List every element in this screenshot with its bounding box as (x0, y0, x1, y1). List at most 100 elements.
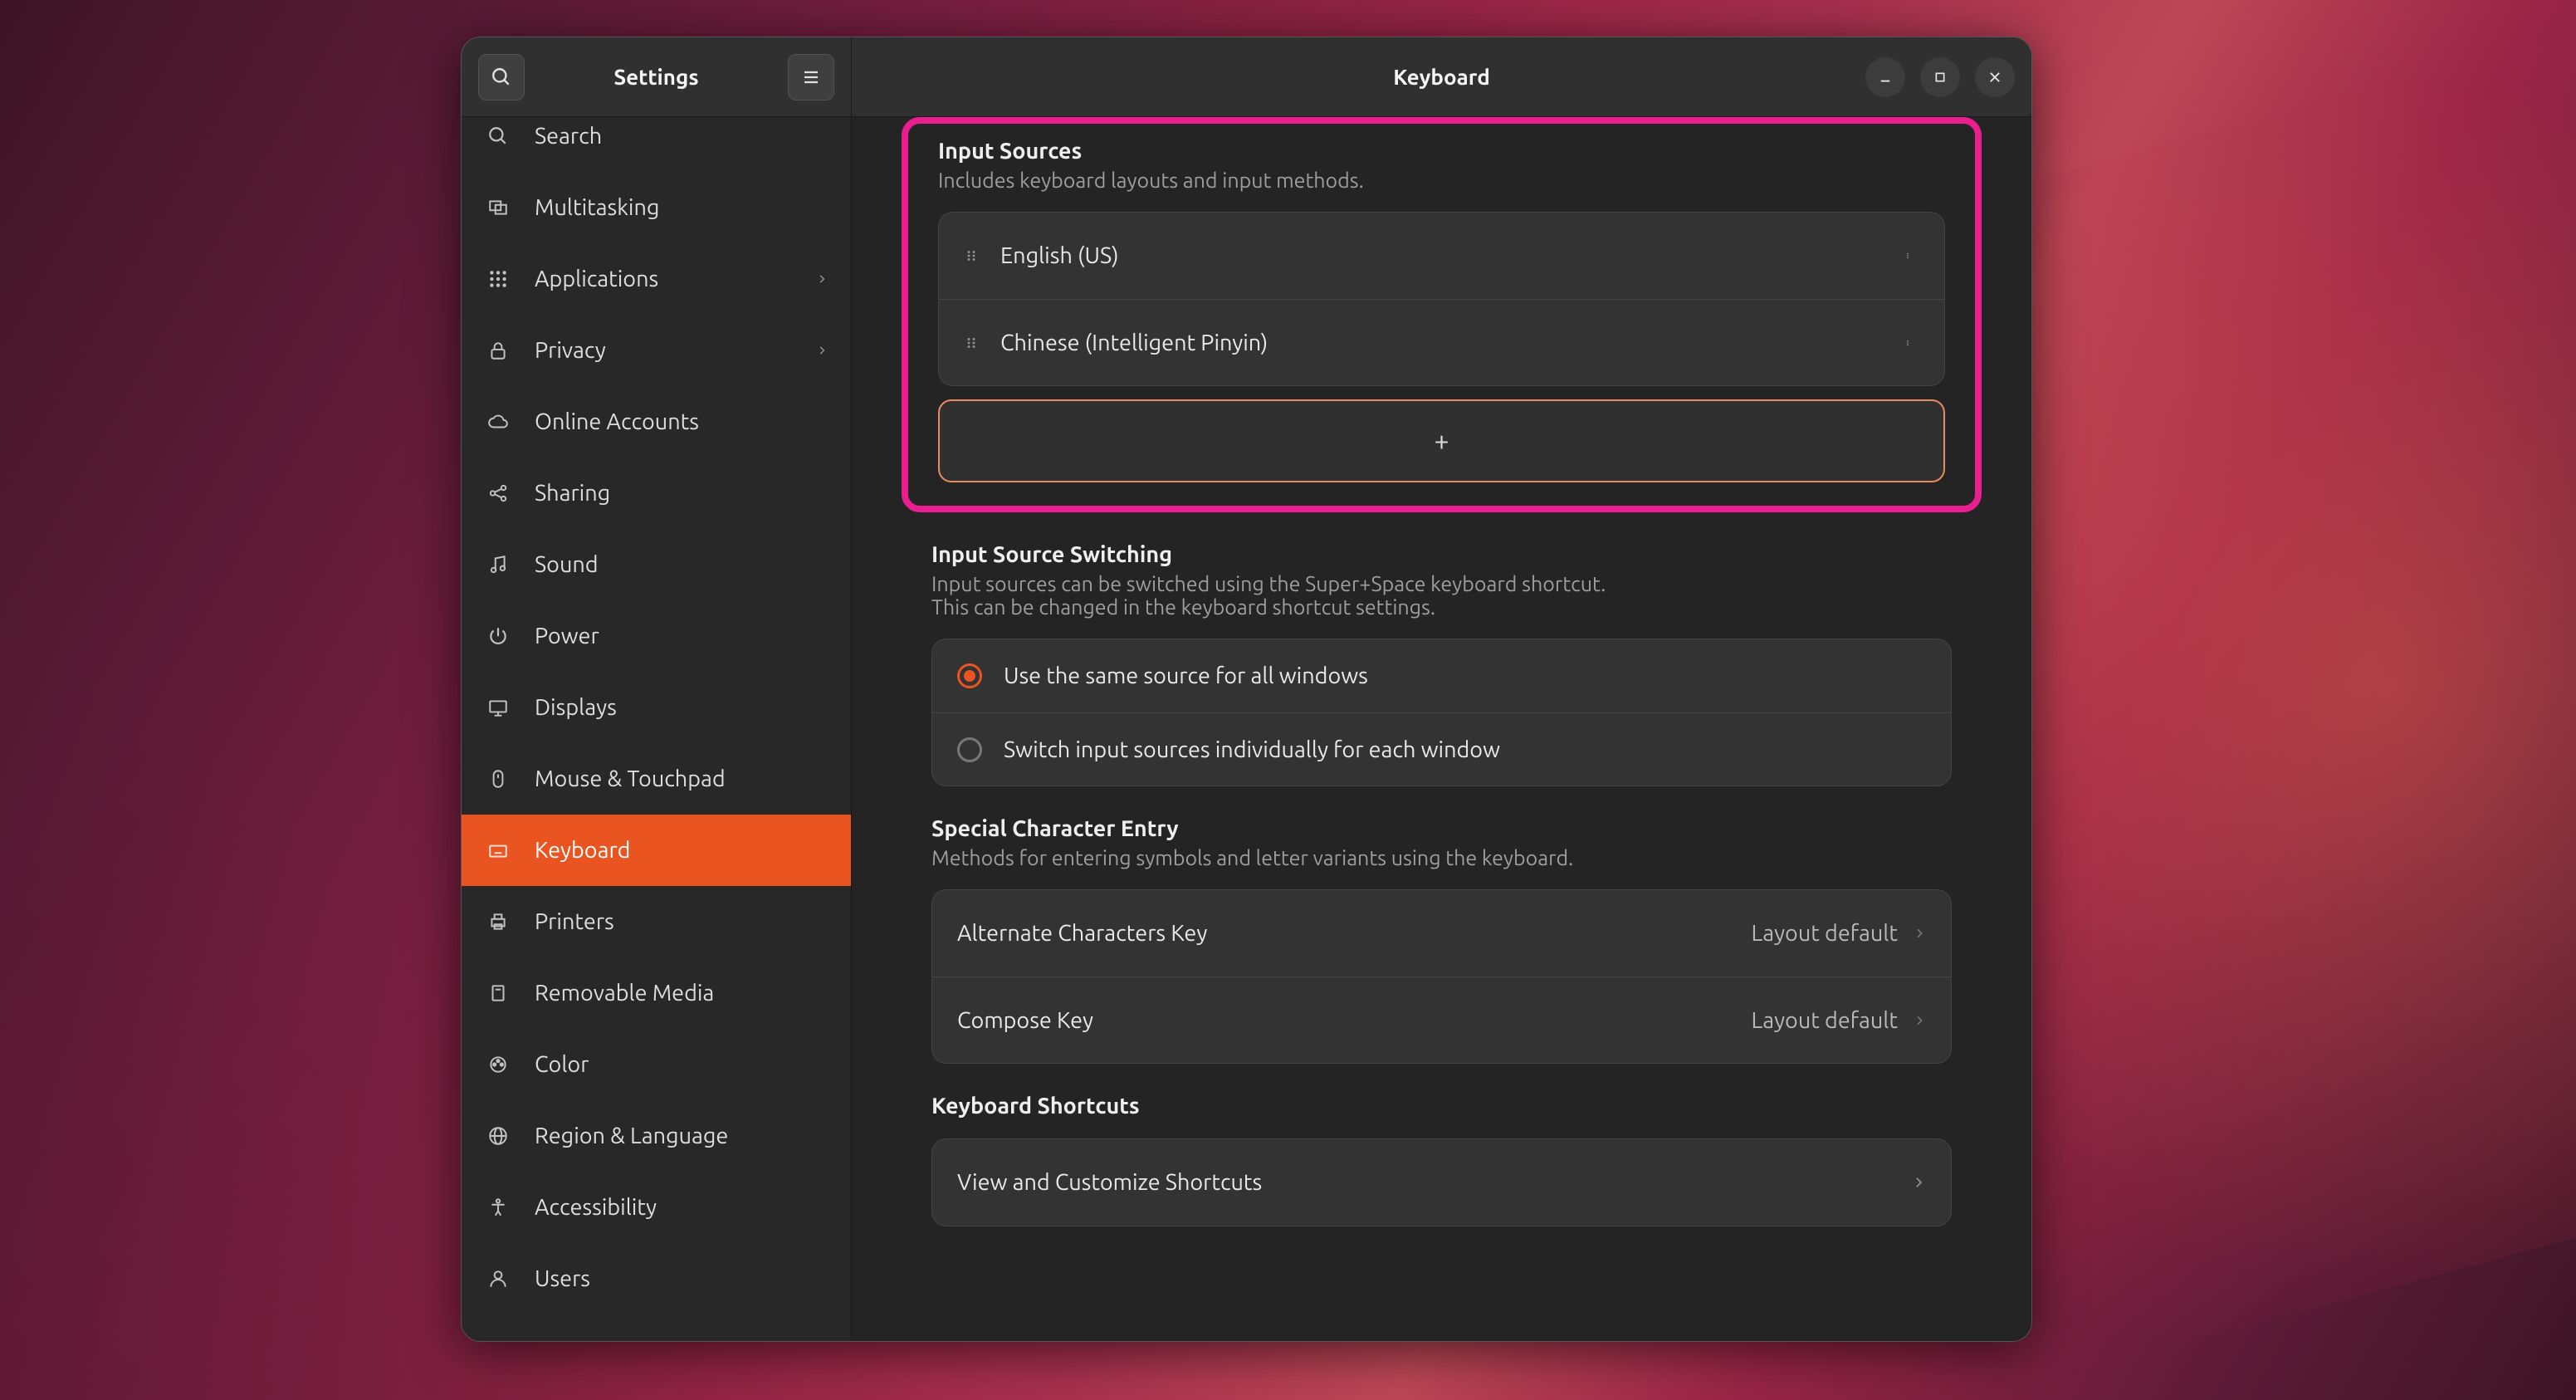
globe-icon (485, 1123, 511, 1149)
grid-icon (485, 266, 511, 292)
sidebar-item-label: Online Accounts (535, 409, 828, 434)
sidebar-item-search[interactable]: Search (462, 117, 851, 172)
page-title: Keyboard (852, 65, 2031, 89)
close-button[interactable] (1975, 57, 2015, 97)
special-char-desc: Methods for entering symbols and letter … (931, 846, 1952, 869)
input-source-label: English (US) (1000, 243, 1875, 268)
special-char-title: Special Character Entry (931, 816, 1952, 841)
hamburger-icon (801, 67, 821, 87)
cloud-icon (485, 409, 511, 435)
input-sources-desc: Includes keyboard layouts and input meth… (938, 169, 1945, 192)
radio-button[interactable] (957, 737, 982, 762)
drag-handle-icon[interactable] (964, 332, 979, 354)
switching-option-row[interactable]: Switch input sources individually for ea… (932, 712, 1951, 786)
sidebar-item-users[interactable]: Users (462, 1243, 851, 1314)
menu-button[interactable] (788, 54, 834, 100)
chevron-right-icon (816, 270, 828, 288)
search-icon (485, 123, 511, 149)
sidebar-item-label: Sharing (535, 481, 828, 506)
sidebar-item-label: Users (535, 1266, 828, 1291)
sidebar-item-label: Power (535, 624, 828, 649)
note-icon (485, 551, 511, 578)
special-char-row[interactable]: Compose Key Layout default (932, 977, 1951, 1063)
input-source-row[interactable]: Chinese (Intelligent Pinyin) (939, 299, 1944, 385)
more-options-button[interactable] (1896, 324, 1919, 362)
drag-handle-icon[interactable] (964, 245, 979, 267)
sidebar-item-online-accounts[interactable]: Online Accounts (462, 386, 851, 458)
sidebar-item-sound[interactable]: Sound (462, 529, 851, 600)
search-button[interactable] (478, 54, 525, 100)
sidebar-item-multitasking[interactable]: Multitasking (462, 172, 851, 243)
chevron-right-icon (816, 341, 828, 360)
special-char-label: Alternate Characters Key (957, 921, 1729, 946)
user-icon (485, 1265, 511, 1292)
sidebar-item-printers[interactable]: Printers (462, 886, 851, 957)
share-icon (485, 480, 511, 507)
special-char-value: Layout default (1751, 1008, 1926, 1033)
keyboard-shortcuts-card: View and Customize Shortcuts (931, 1138, 1952, 1226)
plus-icon: + (1434, 426, 1449, 456)
switching-option-row[interactable]: Use the same source for all windows (932, 639, 1951, 712)
sidebar-item-label: Accessibility (535, 1195, 828, 1220)
sidebar-item-label: Keyboard (535, 838, 828, 863)
titlebar-left: Settings (462, 37, 852, 116)
sidebar-item-label: Displays (535, 695, 828, 720)
input-switching-title: Input Source Switching (931, 542, 1952, 567)
keyboard-icon (485, 837, 511, 864)
minimize-button[interactable] (1865, 57, 1905, 97)
special-char-list: Alternate Characters Key Layout default … (931, 889, 1952, 1064)
sidebar-item-label: Removable Media (535, 981, 828, 1006)
input-switching-section: Input Source Switching Input sources can… (902, 542, 1982, 786)
sidebar-item-region[interactable]: Region & Language (462, 1100, 851, 1172)
input-source-row[interactable]: English (US) (939, 213, 1944, 299)
sidebar-item-power[interactable]: Power (462, 600, 851, 672)
sidebar-item-color[interactable]: Color (462, 1029, 851, 1100)
sidebar-item-accessibility[interactable]: Accessibility (462, 1172, 851, 1243)
sidebar-item-privacy[interactable]: Privacy (462, 315, 851, 386)
access-icon (485, 1194, 511, 1221)
keyboard-shortcuts-section: Keyboard Shortcuts View and Customize Sh… (902, 1094, 1982, 1226)
multitask-icon (485, 194, 511, 221)
printer-icon (485, 908, 511, 935)
switching-option-label: Use the same source for all windows (1004, 663, 1926, 688)
special-char-label: Compose Key (957, 1008, 1729, 1033)
sidebar-item-label: Privacy (535, 338, 793, 363)
content-panel: Input Sources Includes keyboard layouts … (852, 117, 2031, 1341)
chevron-right-icon (1913, 923, 1926, 943)
view-shortcuts-row[interactable]: View and Customize Shortcuts (932, 1139, 1951, 1226)
radio-button[interactable] (957, 663, 982, 688)
sidebar: Notifications Search Multitasking Applic… (462, 117, 852, 1341)
lock-icon (485, 337, 511, 364)
sidebar-item-label: Sound (535, 552, 828, 577)
sidebar-item-label: Color (535, 1052, 828, 1077)
sidebar-item-keyboard[interactable]: Keyboard (462, 815, 851, 886)
app-title: Settings (536, 65, 776, 89)
input-sources-list: English (US) Chinese (Intelligent Pinyin… (938, 212, 1945, 386)
input-switching-desc: Input sources can be switched using the … (931, 572, 1952, 619)
view-shortcuts-label: View and Customize Shortcuts (957, 1170, 1889, 1195)
special-char-value: Layout default (1751, 921, 1926, 946)
chevron-right-icon (1913, 1011, 1926, 1030)
maximize-icon (1933, 71, 1947, 84)
special-char-row[interactable]: Alternate Characters Key Layout default (932, 890, 1951, 977)
special-char-section: Special Character Entry Methods for ente… (902, 816, 1982, 1064)
sidebar-item-sharing[interactable]: Sharing (462, 458, 851, 529)
chevron-right-icon (1911, 1172, 1926, 1193)
maximize-button[interactable] (1920, 57, 1960, 97)
sidebar-item-applications[interactable]: Applications (462, 243, 851, 315)
input-sources-title: Input Sources (938, 139, 1945, 164)
more-options-button[interactable] (1896, 237, 1919, 275)
sidebar-item-removable[interactable]: Removable Media (462, 957, 851, 1029)
sidebar-item-label: Mouse & Touchpad (535, 766, 828, 791)
input-sources-highlight: Input Sources Includes keyboard layouts … (902, 117, 1982, 512)
sidebar-item-label: Applications (535, 267, 793, 291)
media-icon (485, 980, 511, 1006)
power-icon (485, 623, 511, 649)
input-source-label: Chinese (Intelligent Pinyin) (1000, 330, 1875, 355)
sidebar-item-mouse[interactable]: Mouse & Touchpad (462, 743, 851, 815)
display-icon (485, 694, 511, 721)
add-input-source-button[interactable]: + (938, 399, 1945, 482)
sidebar-item-displays[interactable]: Displays (462, 672, 851, 743)
switching-option-label: Switch input sources individually for ea… (1004, 737, 1926, 762)
sidebar-item-label: Region & Language (535, 1123, 828, 1148)
